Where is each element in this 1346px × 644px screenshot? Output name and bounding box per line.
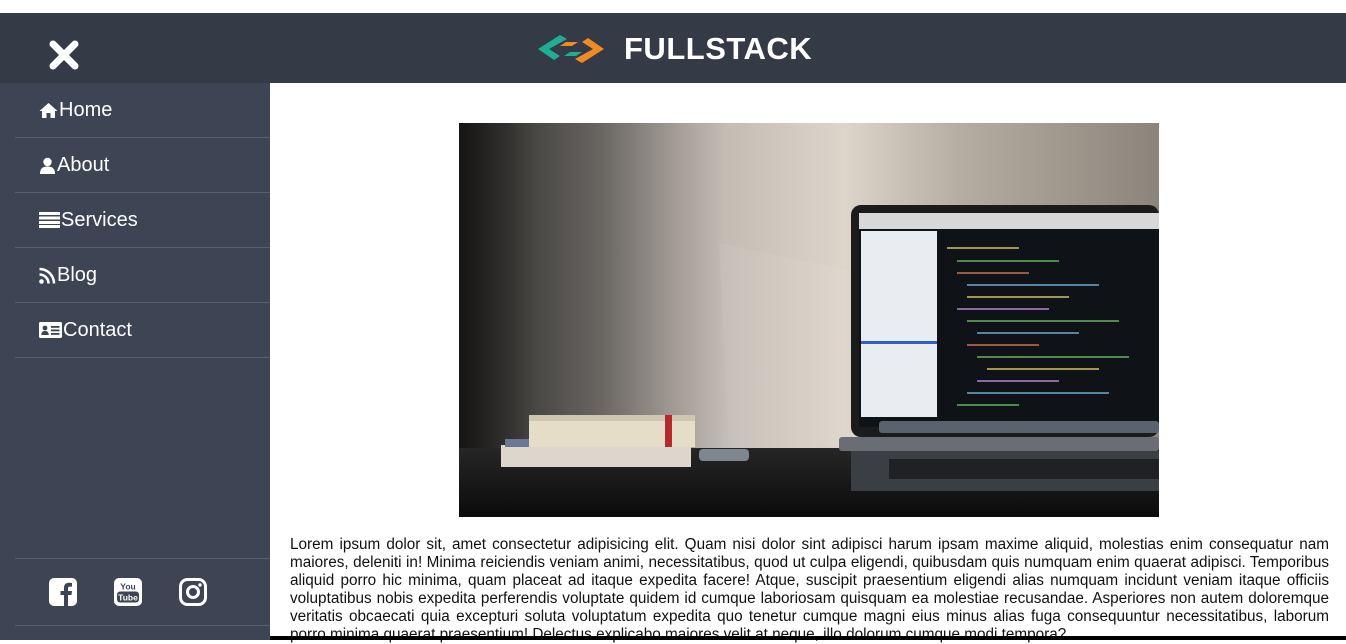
article-paragraph: Lorem ipsum dolor sit, amet consectetur … [290,536,1329,643]
page-bottom-edge [270,636,1346,640]
hero-image [459,123,1159,517]
sidebar-item-home[interactable]: Home [15,83,270,138]
sidebar-item-label: Contact [63,318,132,341]
sidebar-nav: Home About Services Blog Contact [15,83,270,358]
brand-title: FULLSTACK [624,31,813,66]
close-menu-button[interactable] [44,35,84,75]
sidebar-item-label: Services [61,208,138,231]
sidebar-item-contact[interactable]: Contact [15,303,270,358]
contact-card-icon [39,322,62,338]
home-icon [39,102,58,118]
social-links: You Tube [15,558,270,626]
user-icon [40,157,55,174]
top-header: FULLSTACK [0,13,1346,83]
svg-text:You: You [120,582,135,592]
sidebar-item-label: About [57,153,110,176]
facebook-icon[interactable] [49,578,77,606]
close-icon [49,40,79,70]
brand[interactable]: FULLSTACK [536,27,812,71]
instagram-icon[interactable] [179,578,207,606]
svg-text:Tube: Tube [118,593,138,603]
youtube-icon[interactable]: You Tube [114,578,142,606]
sidebar-item-label: Home [59,98,113,121]
sidebar-item-about[interactable]: About [15,138,270,193]
main-content: Lorem ipsum dolor sit, amet consectetur … [270,83,1346,643]
sidebar-item-label: Blog [57,263,98,286]
browser-top-strip [0,0,1346,14]
sidebar-item-blog[interactable]: Blog [15,248,270,303]
fullstack-logo-icon [538,35,604,63]
rss-icon [39,267,56,284]
sidebar: Home About Services Blog Contact You Tub… [0,83,270,640]
sidebar-item-services[interactable]: Services [15,193,270,248]
list-icon [39,212,60,228]
